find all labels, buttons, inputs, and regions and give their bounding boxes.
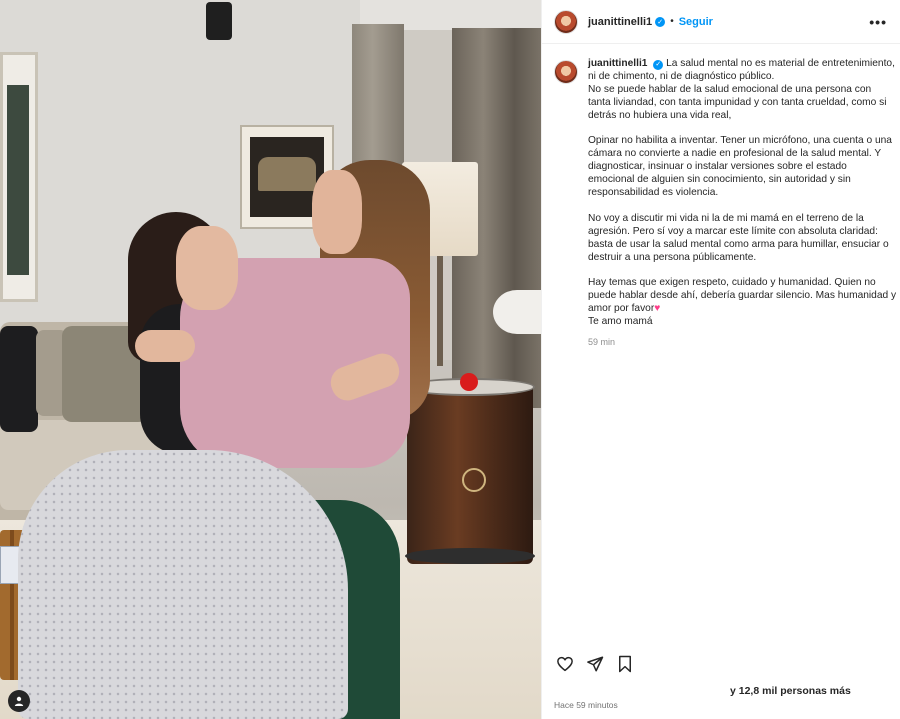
caption-text-line: amor por favor♥ [588, 303, 890, 316]
follow-button[interactable]: Seguir [679, 16, 713, 28]
woman-face [176, 226, 238, 310]
caption-text-line: Opinar no habilita a inventar. Tener un … [588, 135, 892, 147]
bookmark-icon[interactable] [614, 653, 636, 675]
caption-body: juanittinelli1 ✓ La salud mental no es m… [588, 58, 897, 349]
frame-art [7, 85, 29, 275]
side-table [493, 290, 541, 334]
post-photo[interactable] [0, 0, 541, 719]
action-bar [554, 652, 888, 676]
wall-frame-left [0, 52, 38, 302]
likes-count[interactable]: y 12,8 mil personas más [730, 685, 851, 697]
pants-pattern [18, 450, 348, 719]
girl-face [312, 170, 362, 254]
caption-text-line: La salud mental no es material de entret… [666, 58, 895, 69]
person-tag-icon[interactable] [8, 690, 30, 712]
post-time-ago: Hace 59 minutos [554, 700, 618, 710]
more-options-icon[interactable]: ••• [869, 14, 887, 30]
drum-logo [462, 468, 486, 492]
floor-lamp-pole [437, 256, 443, 366]
cushion-black [0, 326, 38, 432]
caption-text-line: No voy a discutir mi vida ni la de mi ma… [588, 212, 864, 224]
caption-text-line: ni de chimento, ni de diagnóstico públic… [588, 70, 775, 82]
arm [135, 330, 195, 362]
security-camera [206, 2, 232, 40]
caption-username[interactable]: juanittinelli1 [588, 58, 647, 69]
caption: juanittinelli1 ✓ La salud mental no es m… [554, 58, 897, 349]
caption-text-line: agresión. Pero sí voy a marcar este lími… [588, 225, 878, 237]
caption-gap [588, 264, 890, 277]
instagram-post: juanittinelli1 ✓ • Seguir ••• juanittine… [0, 0, 900, 719]
pink-heart-emoji-icon: ♥ [654, 303, 661, 315]
caption-text-line: diagnosticar, insinuar o instalar versio… [588, 161, 847, 173]
avatar[interactable] [554, 9, 578, 34]
frame-art-deco [258, 157, 316, 191]
caption-text-line: detrás no hubiera una vida real, [588, 109, 732, 121]
caption-text-line: tanta liviandad, con tanta impunidad y c… [588, 96, 887, 108]
separator: • [670, 16, 674, 27]
paper-plane-icon[interactable] [584, 653, 606, 675]
caption-text-line: Te amo mamá [588, 316, 653, 328]
caption-text-line: Hay temas que exigen respeto, cuidado y … [588, 277, 876, 289]
post-header: juanittinelli1 ✓ • Seguir ••• [542, 0, 900, 44]
heart-outline-icon[interactable] [554, 653, 576, 675]
caption-text-line: responsabilidad es violencia. [588, 187, 719, 199]
caption-text-line: cámara no convierte a nadie en profesion… [588, 148, 882, 160]
caption-text: amor por favor [588, 303, 655, 315]
caption-first-line: juanittinelli1 ✓ La salud mental no es m… [588, 58, 895, 71]
caption-avatar[interactable] [554, 60, 578, 84]
drum-bottom [405, 548, 535, 564]
caption-gap [588, 123, 890, 136]
red-ball [460, 373, 478, 391]
caption-text-line: basta de usar la salud mental como arma … [588, 238, 889, 250]
caption-text-line: destruir a una persona públicamente. [588, 251, 757, 263]
verified-badge-icon: ✓ [655, 16, 666, 27]
verified-badge-icon: ✓ [653, 60, 664, 71]
post-side-panel: juanittinelli1 ✓ • Seguir ••• juanittine… [541, 0, 900, 719]
header-username[interactable]: juanittinelli1 [588, 16, 652, 28]
caption-text-line: emocional de alguien sin conocimiento, s… [588, 174, 851, 186]
caption-text-line: puede hablar desde ahí, debería guardar … [588, 290, 897, 302]
caption-text-line: No se puede hablar de la salud emocional… [588, 83, 872, 95]
caption-timestamp[interactable]: 59 min [588, 336, 890, 349]
caption-gap [588, 200, 890, 213]
